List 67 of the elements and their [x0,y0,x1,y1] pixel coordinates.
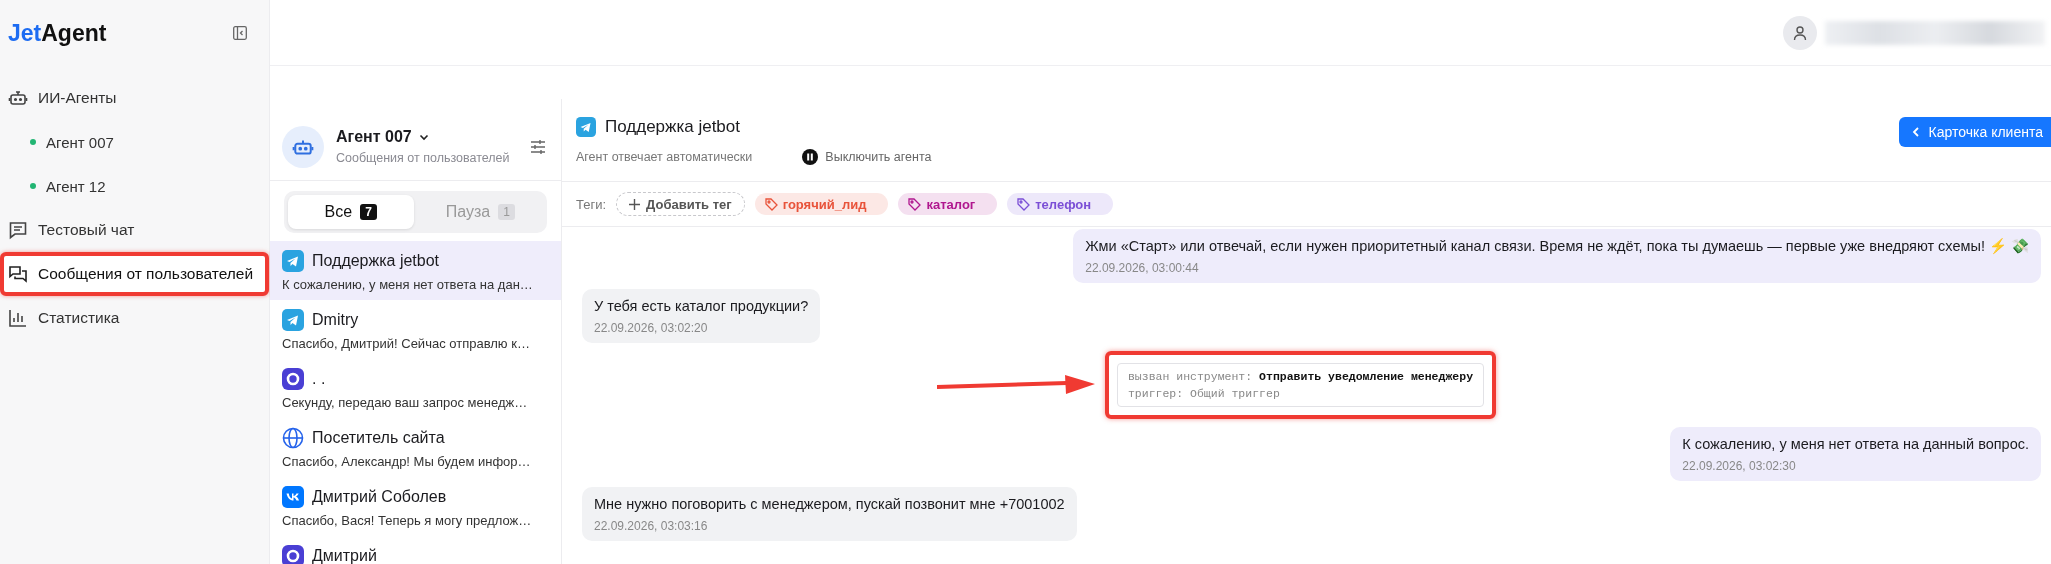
app-logo-icon [282,486,304,508]
paper-plane-icon [576,117,596,137]
contact-name: Dmitry [312,311,359,329]
contact-name: Дмитрий Соболев [312,488,447,506]
message-preview: Секунду, передаю ваш запрос менедж… [282,395,529,410]
conversation-item[interactable]: Посетитель сайта Спасибо, Александр! Мы будем инфор… [270,418,561,477]
disable-agent-button[interactable]: Выключить агента [802,149,932,165]
user-avatar[interactable] [1783,15,1817,50]
message-text: У тебя есть каталог продукции? [594,297,809,316]
tag-icon [764,197,778,211]
sidebar-item[interactable]: Тестовый чат [0,208,269,252]
agent-name[interactable]: Агент 007 [336,128,412,146]
count-badge: 1 [498,204,515,220]
tag[interactable]: телефон [1007,193,1114,215]
trigger-text: триггер: Общий триггер [1127,387,1281,400]
conversation-item[interactable]: . . Секунду, передаю ваш запрос менедж… [270,359,561,418]
paper-plane-icon [282,309,304,331]
paper-plane-icon [282,250,304,272]
conversation-item[interactable]: Dmitry Спасибо, Дмитрий! Сейчас отправлю к… [270,300,561,359]
message-text: Мне нужно поговорить с менеджером, пускай позвонит мне +7001002 [594,495,1065,514]
agent-subtitle: Сообщения от пользователей [336,151,511,165]
message-preview: К сожалению, у меня нет ответа на дан… [282,277,534,292]
collapse-sidebar-icon[interactable] [233,26,247,40]
tag[interactable]: каталог [898,193,998,215]
tags-label: Теги: [576,196,607,212]
sidebar-item[interactable]: Сообщения от пользователей [0,252,269,296]
client-card-button[interactable]: Карточка клиента [1898,117,2051,147]
sidebar-item[interactable]: ИИ-Агенты [0,76,269,120]
count-badge: 7 [360,204,377,220]
filter-sliders-icon[interactable] [529,137,547,156]
agent-link[interactable]: Агент 007 [46,133,114,151]
message-text: К сожалению, у меня нет ответа на данный вопрос. [1682,435,2029,454]
filter-tab[interactable]: Все 7 [288,195,414,229]
contact-name: Дмитрий [312,547,377,564]
message-text: Жми «Старт» или отвечай, если нужен приоритетный канал связи. Время не ждёт, пока ты думаешь — первые уже внедряют схемы! ⚡ 💸 [1085,237,2029,256]
chevron-left-icon [1910,126,1921,138]
logo: JetAgent [8,19,107,47]
add-tag-button[interactable]: Добавить тег [616,192,745,216]
globe-icon [282,427,304,449]
tag-icon [908,197,922,211]
message-time: 22.09.2026, 03:00:44 [1085,261,1200,275]
plus-icon [629,198,641,210]
message-time: 22.09.2026, 03:02:20 [594,321,709,335]
ring-icon [282,368,304,390]
message-preview: Спасибо, Дмитрий! Сейчас отправлю к… [282,336,531,351]
contact-name: Поддержка jetbot [312,252,440,270]
pause-icon [802,149,819,165]
message-time: 22.09.2026, 03:03:16 [594,519,709,533]
messages-icon [8,264,28,284]
message-preview: Спасибо, Александр! Мы будем инфор… [282,454,532,469]
conversation-item[interactable]: Дмитрий [270,536,561,564]
agent-status: Агент отвечает автоматически [576,150,753,164]
chart-icon [8,308,28,328]
chat-title: Поддержка jetbot [605,117,740,137]
message-preview: Спасибо, Вася! Теперь я могу предлож… [282,513,533,528]
agent-link[interactable]: Агент 12 [46,177,106,195]
robot-icon [8,88,28,108]
contact-name: . . [312,370,326,388]
conversation-item[interactable]: Дмитрий Соболев Спасибо, Вася! Теперь я могу предлож… [270,477,561,536]
message-time: 22.09.2026, 03:02:30 [1682,459,1797,473]
contact-name: Посетитель сайта [312,429,445,447]
chat-icon [8,220,28,240]
sidebar-item[interactable]: Статистика [0,296,269,340]
user-icon [1792,24,1808,41]
tool-call-text: вызван инструмент: Отправить уведомление менеджеру [1127,370,1474,383]
tag-icon [1017,197,1031,211]
conversation-item[interactable]: Поддержка jetbot К сожалению, у меня нет ответа на дан… [270,241,561,300]
